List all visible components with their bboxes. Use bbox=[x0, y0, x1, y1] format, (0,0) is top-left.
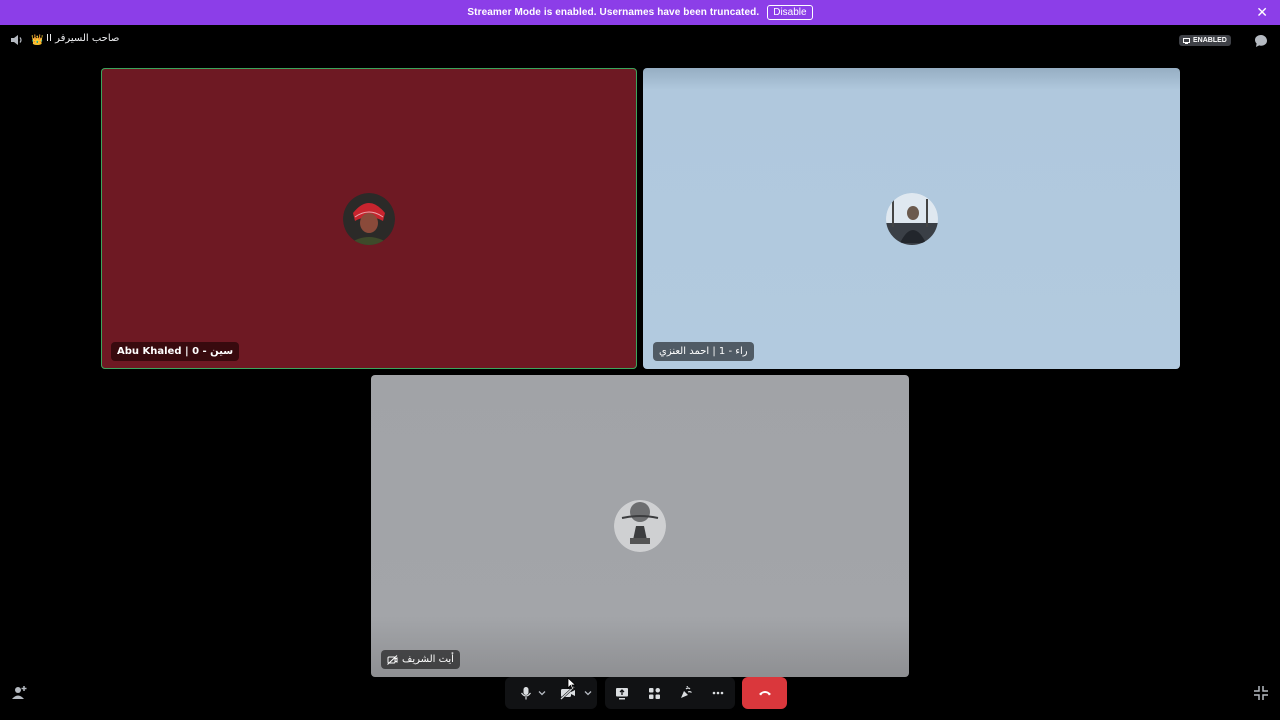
avatar bbox=[614, 500, 666, 552]
mouse-cursor bbox=[567, 677, 577, 691]
activities-button[interactable] bbox=[641, 677, 667, 709]
streamer-mode-badge[interactable]: ENABLED bbox=[1179, 35, 1231, 46]
microphone-icon bbox=[521, 687, 531, 700]
exit-fullscreen-icon[interactable] bbox=[1253, 685, 1269, 701]
participant-name: أيت الشريف bbox=[402, 654, 454, 665]
participant-tile[interactable]: أيت الشريف bbox=[371, 375, 909, 677]
participant-name-label: Abu Khaled | 0 - سين bbox=[111, 342, 240, 361]
channel-name[interactable]: صاحب السيرفر II bbox=[46, 33, 119, 44]
camera-options-button[interactable] bbox=[581, 677, 595, 709]
more-options-icon bbox=[712, 691, 724, 695]
chevron-down-icon bbox=[584, 691, 592, 696]
voice-header: 👑 صاحب السيرفر II ENABLED bbox=[0, 26, 1280, 56]
hang-up-icon bbox=[758, 691, 771, 696]
streamer-badge-label: ENABLED bbox=[1193, 37, 1227, 44]
soundboard-icon bbox=[681, 686, 692, 698]
chevron-down-icon bbox=[538, 691, 546, 696]
disable-streamer-mode-button[interactable]: Disable bbox=[767, 5, 813, 20]
soundboard-button[interactable] bbox=[673, 677, 699, 709]
speaker-icon bbox=[11, 35, 22, 45]
call-controls bbox=[505, 677, 790, 709]
more-options-button[interactable] bbox=[705, 677, 731, 709]
streamer-icon bbox=[1183, 37, 1190, 44]
mic-options-button[interactable] bbox=[535, 677, 549, 709]
add-person-icon[interactable] bbox=[11, 685, 27, 701]
crown-emoji: 👑 bbox=[31, 35, 44, 46]
screen-share-button[interactable] bbox=[609, 677, 635, 709]
close-icon[interactable]: ✕ bbox=[1256, 4, 1268, 20]
disconnect-button[interactable] bbox=[742, 677, 787, 709]
participant-name: راء - 1 | احمد العنزي bbox=[659, 346, 748, 357]
avatar bbox=[343, 192, 395, 245]
activities-icon bbox=[648, 687, 660, 699]
banner-message: Streamer Mode is enabled. Usernames have… bbox=[467, 7, 760, 18]
chat-bubble-icon[interactable] bbox=[1253, 33, 1269, 49]
avatar bbox=[885, 192, 938, 245]
participant-tile[interactable]: راء - 1 | احمد العنزي bbox=[643, 68, 1180, 369]
participant-name-label: أيت الشريف bbox=[381, 650, 460, 669]
screen-share-icon bbox=[616, 687, 628, 699]
participant-tile[interactable]: Abu Khaled | 0 - سين bbox=[101, 68, 637, 369]
participant-name-label: راء - 1 | احمد العنزي bbox=[653, 342, 754, 361]
camera-off-icon bbox=[387, 654, 398, 665]
participant-name: Abu Khaled | 0 - سين bbox=[117, 346, 234, 357]
streamer-mode-banner: Streamer Mode is enabled. Usernames have… bbox=[0, 0, 1280, 25]
